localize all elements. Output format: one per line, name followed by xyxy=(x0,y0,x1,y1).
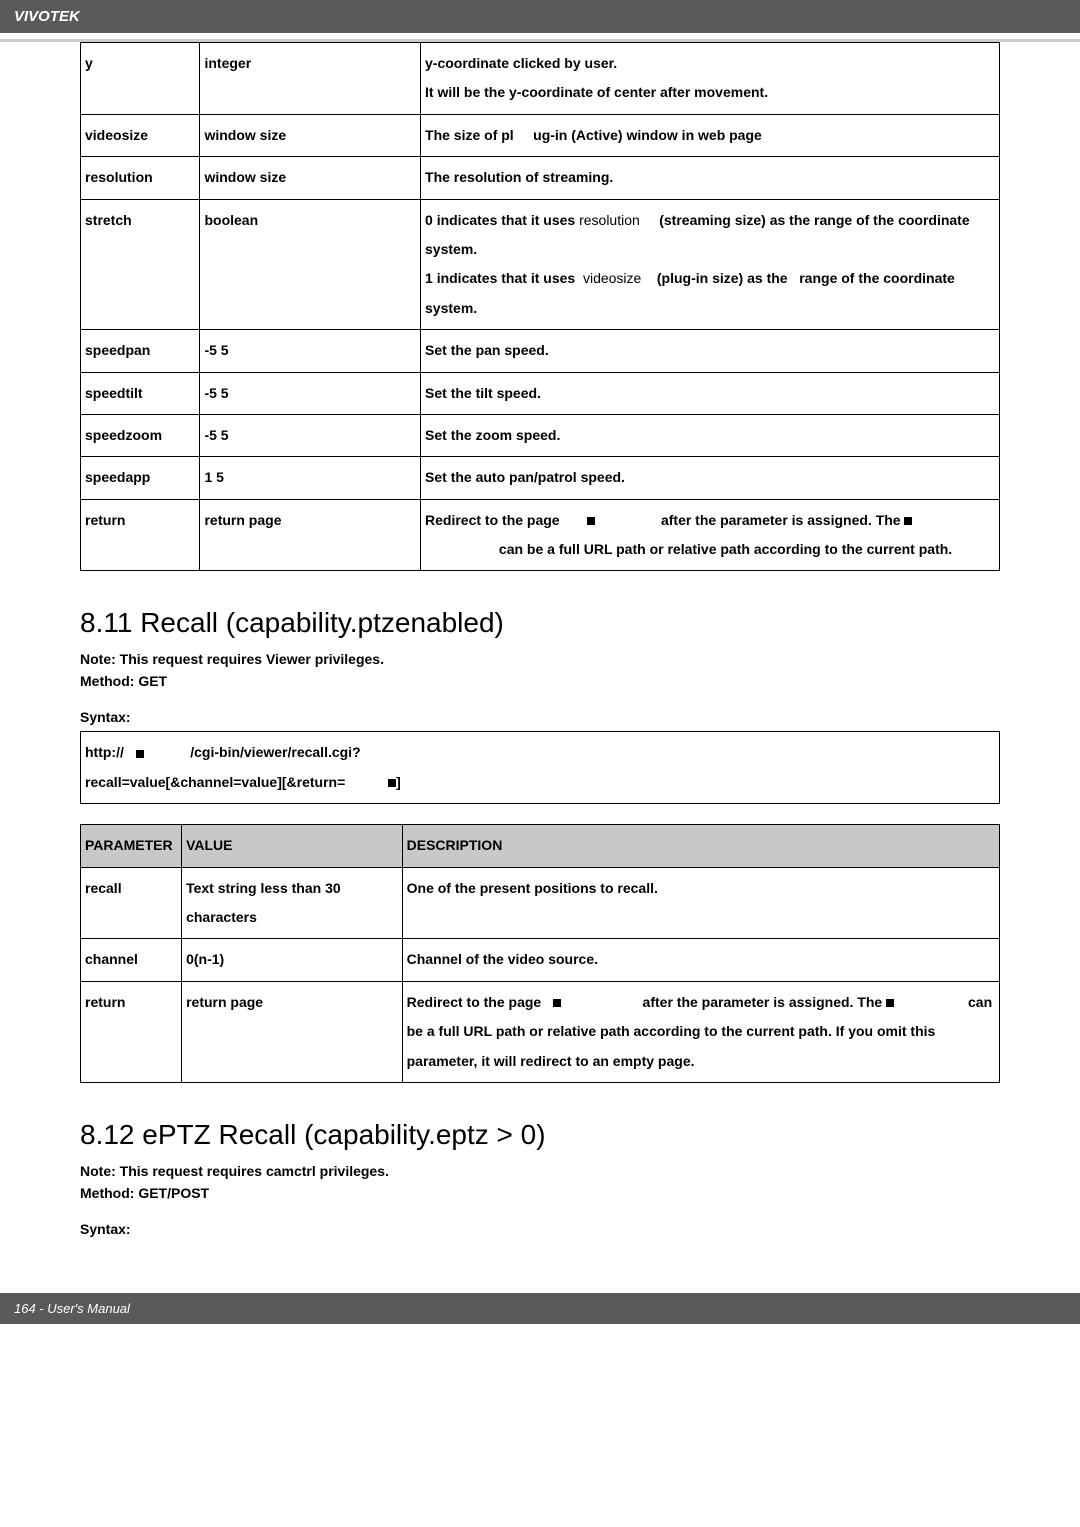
param-name: videosize xyxy=(81,114,200,156)
param-name: speedtilt xyxy=(81,372,200,414)
param-value: -5 5 xyxy=(200,330,421,372)
brand-header: VIVOTEK xyxy=(0,0,1080,33)
param-name: return xyxy=(81,981,182,1082)
param-name: recall xyxy=(81,867,182,939)
param-desc: Channel of the video source. xyxy=(402,939,999,981)
col-header-value: VALUE xyxy=(182,825,403,867)
param-value: 1 5 xyxy=(200,457,421,499)
param-desc: y-coordinate clicked by user.It will be … xyxy=(421,43,1000,115)
footer-text: 164 - User's Manual xyxy=(14,1301,130,1316)
section-heading-eptz-recall: 8.12 ePTZ Recall (capability.eptz > 0) xyxy=(80,1119,1000,1151)
header-separator xyxy=(0,33,1080,42)
note-line: Note: This request requires Viewer privi… xyxy=(80,651,1000,667)
table-row: stretch boolean 0 indicates that it uses… xyxy=(81,199,1000,330)
param-desc: 0 indicates that it uses resolution (str… xyxy=(421,199,1000,330)
syntax-part: http:// xyxy=(85,744,124,760)
page-footer: 164 - User's Manual xyxy=(0,1293,1080,1324)
param-name: speedzoom xyxy=(81,414,200,456)
table-row: videosize window size The size of pl ug-… xyxy=(81,114,1000,156)
note-text: This request requires camctrl privileges… xyxy=(120,1163,389,1179)
param-value: return page xyxy=(200,499,421,571)
param-value: Text string less than 30 characters xyxy=(182,867,403,939)
param-desc: Redirect to the page after the parameter… xyxy=(402,981,999,1082)
table-row: return return page Redirect to the page … xyxy=(81,981,1000,1082)
col-header-parameter: PARAMETER xyxy=(81,825,182,867)
note-prefix: Note: xyxy=(80,651,116,667)
note-prefix: Note: xyxy=(80,1163,116,1179)
syntax-label: Syntax: xyxy=(80,709,1000,725)
param-name: channel xyxy=(81,939,182,981)
param-value: window size xyxy=(200,114,421,156)
param-desc: One of the present positions to recall. xyxy=(402,867,999,939)
method-line: Method: GET/POST xyxy=(80,1185,1000,1201)
table-row: speedtilt -5 5 Set the tilt speed. xyxy=(81,372,1000,414)
param-name: stretch xyxy=(81,199,200,330)
param-desc: Set the pan speed. xyxy=(421,330,1000,372)
table-row: speedpan -5 5 Set the pan speed. xyxy=(81,330,1000,372)
param-value: -5 5 xyxy=(200,372,421,414)
placeholder-icon xyxy=(886,999,894,1007)
param-value: integer xyxy=(200,43,421,115)
param-desc: Set the tilt speed. xyxy=(421,372,1000,414)
method-line: Method: GET xyxy=(80,673,1000,689)
table-header-row: PARAMETER VALUE DESCRIPTION xyxy=(81,825,1000,867)
param-value: window size xyxy=(200,157,421,199)
table-row: speedzoom -5 5 Set the zoom speed. xyxy=(81,414,1000,456)
note-text: This request requires Viewer privileges. xyxy=(120,651,384,667)
col-header-description: DESCRIPTION xyxy=(402,825,999,867)
note-line: Note: This request requires camctrl priv… xyxy=(80,1163,1000,1179)
param-value: -5 5 xyxy=(200,414,421,456)
table-row: recall Text string less than 30 characte… xyxy=(81,867,1000,939)
table-row: y integer y-coordinate clicked by user.I… xyxy=(81,43,1000,115)
syntax-label: Syntax: xyxy=(80,1221,1000,1237)
param-name: y xyxy=(81,43,200,115)
servername-icon xyxy=(136,750,144,758)
param-value: 0(n-1) xyxy=(182,939,403,981)
parameter-table-recall: PARAMETER VALUE DESCRIPTION recall Text … xyxy=(80,824,1000,1083)
param-value: return page xyxy=(182,981,403,1082)
table-row: speedapp 1 5 Set the auto pan/patrol spe… xyxy=(81,457,1000,499)
placeholder-icon xyxy=(587,517,595,525)
syntax-part: /cgi-bin/viewer/recall.cgi? xyxy=(190,744,360,760)
param-value: boolean xyxy=(200,199,421,330)
param-name: speedpan xyxy=(81,330,200,372)
param-name: resolution xyxy=(81,157,200,199)
param-name: return xyxy=(81,499,200,571)
param-desc: The size of pl ug-in (Active) window in … xyxy=(421,114,1000,156)
table-row: resolution window size The resolution of… xyxy=(81,157,1000,199)
placeholder-icon xyxy=(553,999,561,1007)
syntax-box: http:// /cgi-bin/viewer/recall.cgi? reca… xyxy=(80,731,1000,804)
page-content: y integer y-coordinate clicked by user.I… xyxy=(0,42,1080,1253)
placeholder-icon xyxy=(904,517,912,525)
section-heading-recall: 8.11 Recall (capability.ptzenabled) xyxy=(80,607,1000,639)
returnpage-icon xyxy=(388,779,396,787)
table-row: return return page Redirect to the page … xyxy=(81,499,1000,571)
param-desc: Redirect to the page after the parameter… xyxy=(421,499,1000,571)
param-desc: Set the auto pan/patrol speed. xyxy=(421,457,1000,499)
parameter-table-ptz: y integer y-coordinate clicked by user.I… xyxy=(80,42,1000,571)
param-desc: The resolution of streaming. xyxy=(421,157,1000,199)
param-name: speedapp xyxy=(81,457,200,499)
brand-name: VIVOTEK xyxy=(14,8,80,25)
param-desc: Set the zoom speed. xyxy=(421,414,1000,456)
table-row: channel 0(n-1) Channel of the video sour… xyxy=(81,939,1000,981)
